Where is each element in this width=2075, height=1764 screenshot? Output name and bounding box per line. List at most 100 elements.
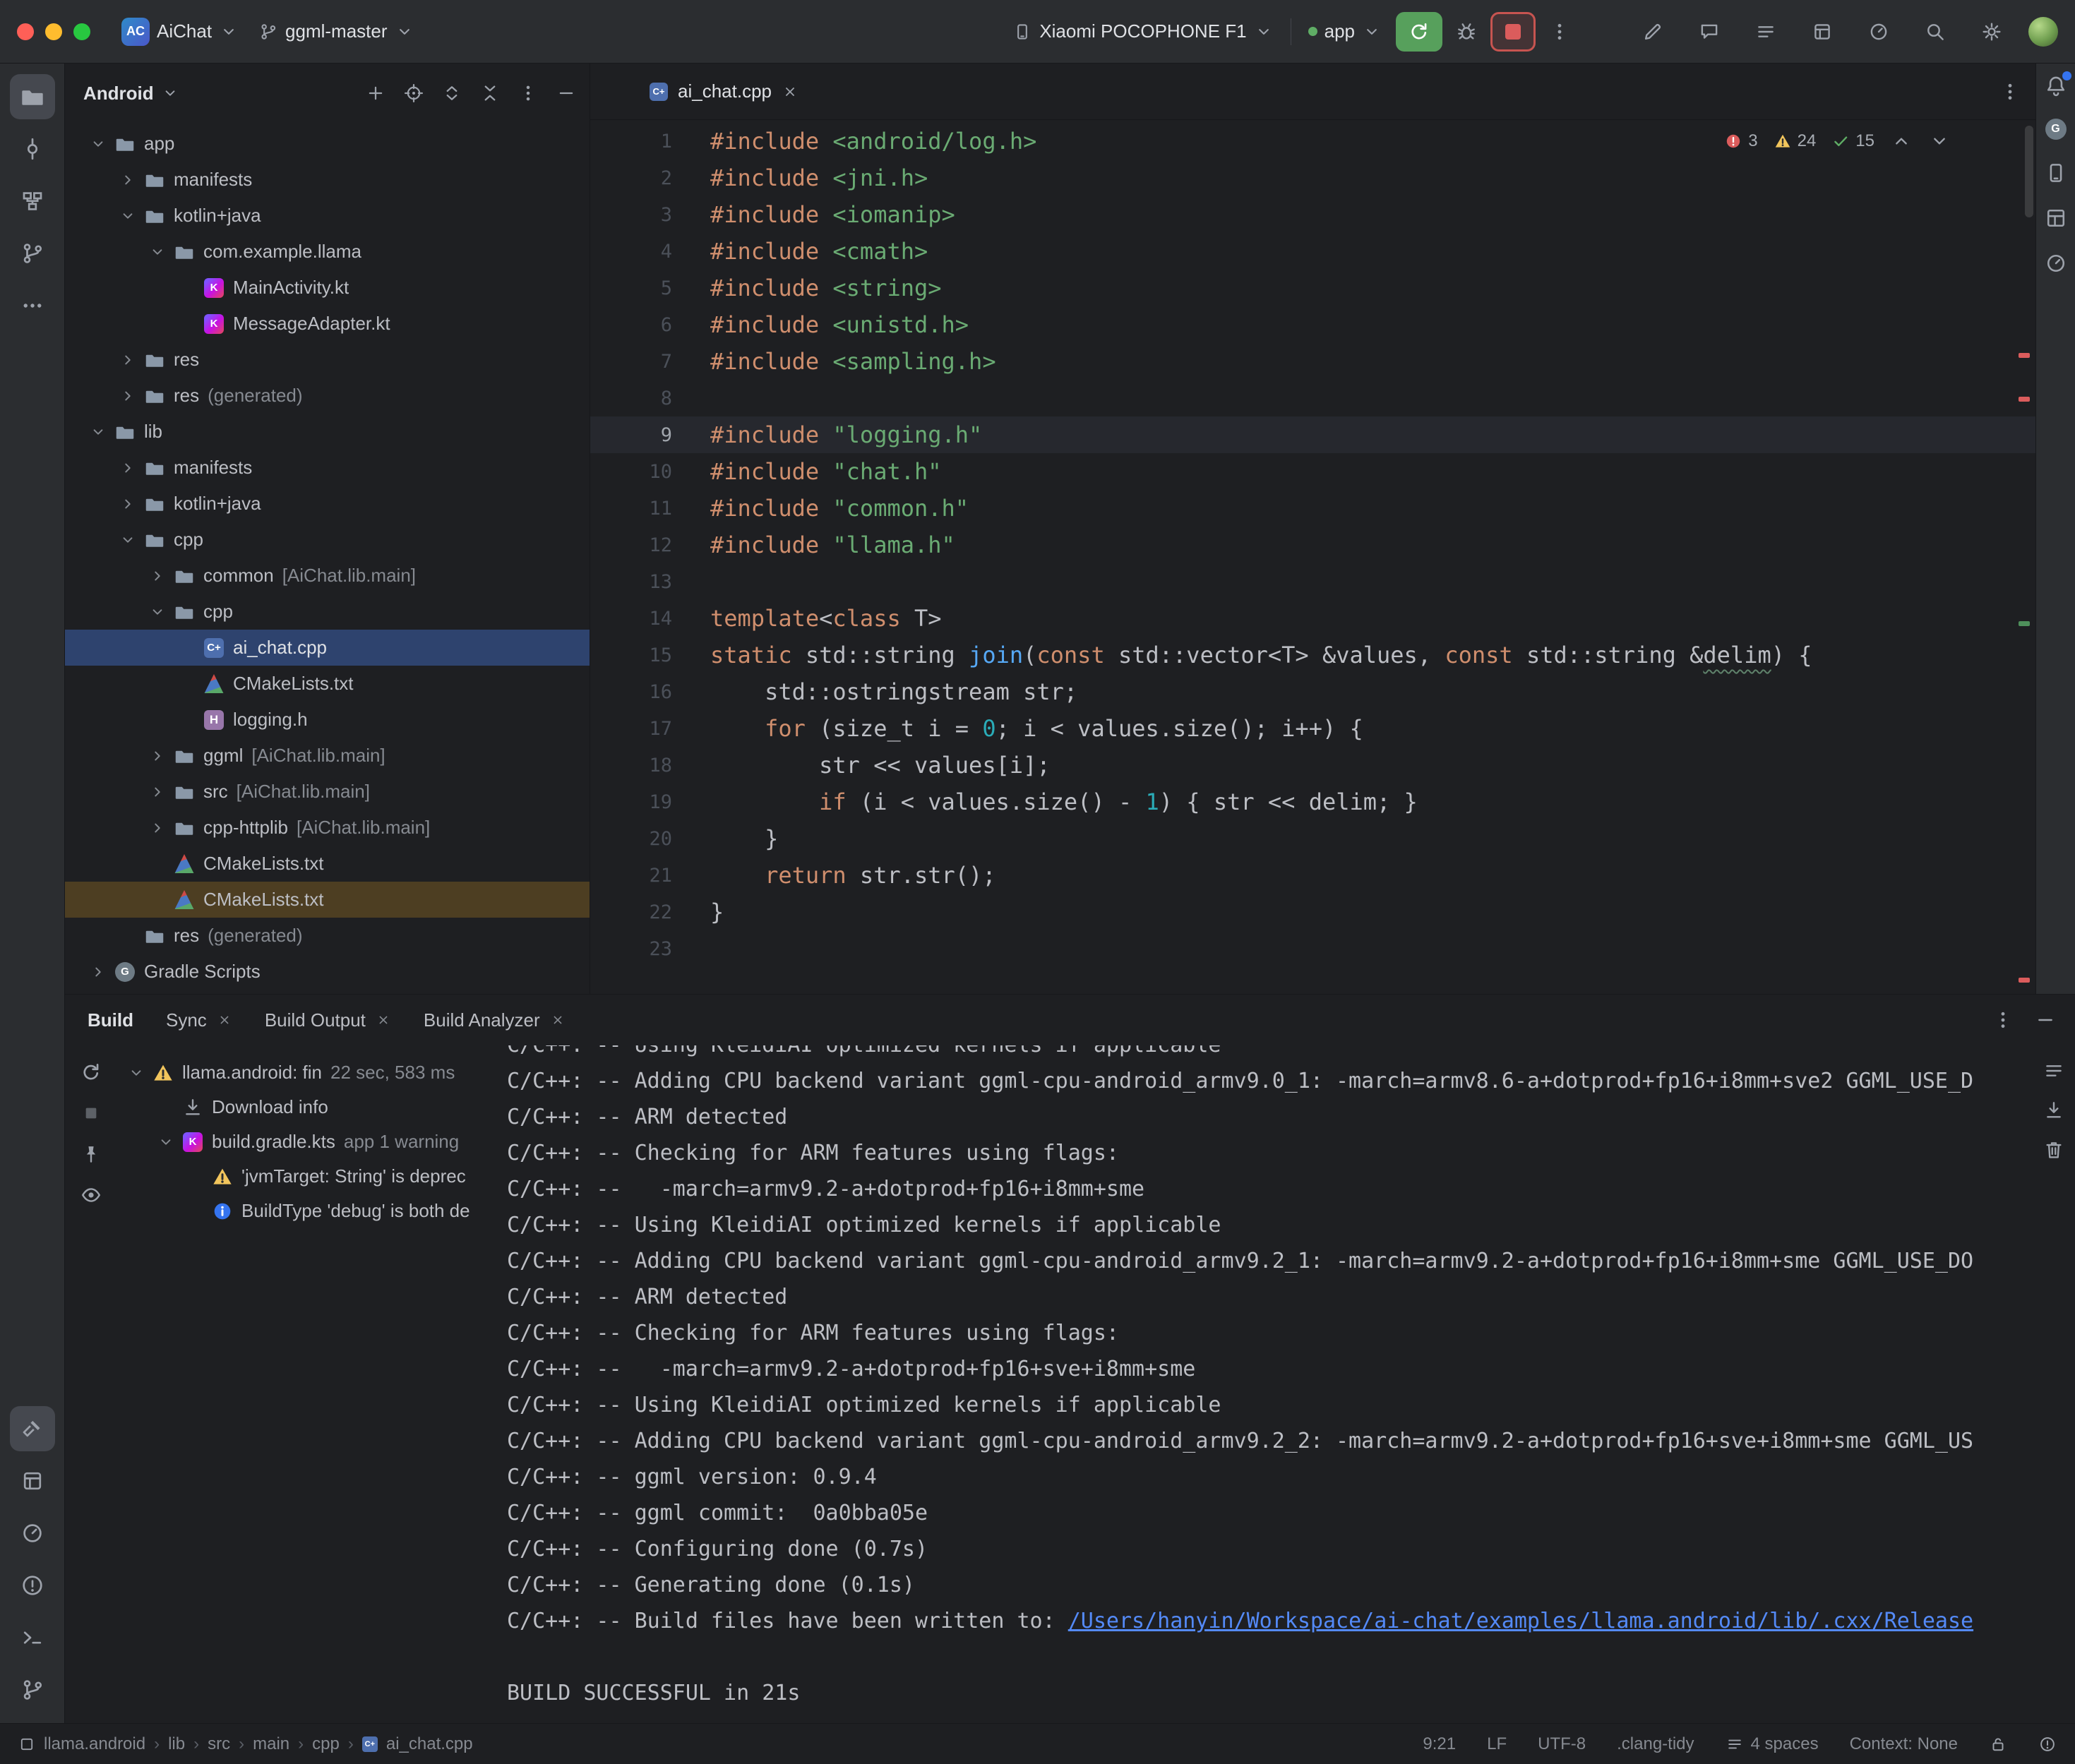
project-view-selector[interactable]: Android [83, 83, 154, 104]
device-selector[interactable]: Xiaomi POCOPHONE F1 [1003, 13, 1283, 49]
code-line[interactable]: 8 [590, 380, 2035, 416]
code-area[interactable]: 1#include <android/log.h>2#include <jni.… [590, 120, 2035, 967]
build-tree-item[interactable]: Kbuild.gradle.ktsapp 1 warning [117, 1124, 494, 1159]
code-line[interactable]: 5#include <string> [590, 270, 2035, 306]
profiler-tool-button[interactable] [10, 1511, 55, 1556]
tree-item-logging-h[interactable]: Hlogging.h [65, 702, 590, 738]
tree-item-com-example-llama[interactable]: com.example.llama [65, 234, 590, 270]
editor-body[interactable]: 1#include <android/log.h>2#include <jni.… [590, 120, 2035, 994]
next-problem-button[interactable] [1928, 130, 1951, 152]
problems-tool-button[interactable] [10, 1563, 55, 1608]
build-tree-item[interactable]: llama.android: fin22 sec, 583 ms [117, 1055, 494, 1090]
console-link[interactable]: /Users/hanyin/Workspace/ai-chat/examples… [1068, 1609, 1973, 1633]
commit-tool-button[interactable] [10, 126, 55, 172]
breadcrumb-item[interactable]: llama.android [44, 1734, 145, 1754]
tree-item-res[interactable]: res(generated) [65, 918, 590, 954]
more-run-actions-button[interactable] [1540, 12, 1579, 52]
code-line[interactable]: 2#include <jni.h> [590, 160, 2035, 196]
previous-problem-button[interactable] [1890, 130, 1913, 152]
running-devices-button[interactable] [2044, 206, 2068, 230]
build-options-button[interactable] [1992, 1009, 2014, 1031]
build-tree-item[interactable]: 'jvmTarget: String' is deprec [117, 1159, 494, 1194]
tree-item-res[interactable]: res(generated) [65, 378, 590, 414]
context-indicator[interactable]: Context: None [1850, 1734, 1958, 1754]
tree-item-app[interactable]: app [65, 126, 590, 162]
project-tool-button[interactable] [10, 74, 55, 119]
chevron-collapsed-icon[interactable] [114, 491, 141, 517]
tree-item-messageadapter-kt[interactable]: KMessageAdapter.kt [65, 306, 590, 342]
tree-item-cpp[interactable]: cpp [65, 594, 590, 630]
code-line[interactable]: 3#include <iomanip> [590, 196, 2035, 233]
code-line[interactable]: 18 str << values[i]; [590, 747, 2035, 784]
tab-build-analyzer[interactable]: Build Analyzer [424, 1009, 566, 1031]
cursor-position[interactable]: 9:21 [1423, 1734, 1456, 1754]
structure-tool-button[interactable] [10, 179, 55, 224]
code-line[interactable]: 17 for (size_t i = 0; i < values.size();… [590, 710, 2035, 747]
line-separator[interactable]: LF [1487, 1734, 1507, 1754]
tree-item-lib[interactable]: lib [65, 414, 590, 450]
code-line[interactable]: 19 if (i < values.size() - 1) { str << d… [590, 784, 2035, 820]
scroll-to-end-button[interactable] [2043, 1099, 2065, 1122]
close-tab-icon[interactable] [217, 1012, 232, 1028]
code-line[interactable]: 4#include <cmath> [590, 233, 2035, 270]
lock-icon[interactable] [1989, 1735, 2007, 1753]
search-everywhere-button[interactable] [1915, 12, 1955, 52]
breadcrumb-item[interactable]: src [208, 1734, 230, 1754]
code-line[interactable]: 9#include "logging.h" [590, 416, 2035, 453]
ai-assistant-button[interactable] [1633, 12, 1673, 52]
build-tree-item[interactable]: Download info [117, 1090, 494, 1124]
debug-button[interactable] [1447, 12, 1486, 52]
code-line[interactable]: 10#include "chat.h" [590, 453, 2035, 490]
chevron-collapsed-icon[interactable] [144, 779, 171, 805]
tree-item-cmakelists-txt[interactable]: CMakeLists.txt [65, 882, 590, 918]
clang-tidy-status[interactable]: .clang-tidy [1617, 1734, 1694, 1754]
error-stripe-mark[interactable] [2019, 978, 2030, 983]
tree-item-cpp[interactable]: cpp [65, 522, 590, 558]
close-window-button[interactable] [17, 23, 34, 40]
logcat-tool-button[interactable] [10, 1458, 55, 1504]
chevron-expanded-icon[interactable] [144, 239, 171, 265]
code-line[interactable]: 12#include "llama.h" [590, 527, 2035, 563]
warning-count[interactable]: 24 [1774, 131, 1817, 151]
tree-item-ggml[interactable]: ggml[AiChat.lib.main] [65, 738, 590, 774]
terminal-tool-button[interactable] [10, 1615, 55, 1660]
tab-ai-chat-cpp[interactable]: C+ ai_chat.cpp [635, 64, 813, 120]
project-widget[interactable]: AC AiChat [112, 11, 249, 53]
tree-item-cmakelists-txt[interactable]: CMakeLists.txt [65, 666, 590, 702]
rerun-app-button[interactable] [1396, 12, 1442, 52]
tree-item-cpp-httplib[interactable]: cpp-httplib[AiChat.lib.main] [65, 810, 590, 846]
error-stripe-mark[interactable] [2019, 353, 2030, 358]
tree-item-kotlin-java[interactable]: kotlin+java [65, 486, 590, 522]
locate-file-button[interactable] [403, 83, 424, 104]
gradle-tool-button[interactable]: G [2045, 119, 2067, 140]
todo-list-button[interactable] [1746, 12, 1786, 52]
project-tree[interactable]: appmanifestskotlin+javacom.example.llama… [65, 123, 590, 994]
tree-item-res[interactable]: res [65, 342, 590, 378]
zoom-window-button[interactable] [73, 23, 90, 40]
code-line[interactable]: 6#include <unistd.h> [590, 306, 2035, 343]
plugins-button[interactable] [1802, 12, 1842, 52]
stop-build-button[interactable] [80, 1102, 102, 1124]
run-config-selector[interactable]: app [1298, 13, 1392, 49]
error-stripe-mark[interactable] [2019, 397, 2030, 402]
vcs-widget[interactable]: ggml-master [249, 13, 424, 49]
app-insights-button[interactable] [2044, 251, 2068, 275]
editor-scrollbar[interactable] [2025, 126, 2033, 217]
tree-item-src[interactable]: src[AiChat.lib.main] [65, 774, 590, 810]
pin-tab-button[interactable] [80, 1143, 102, 1165]
code-line[interactable]: 20 } [590, 820, 2035, 857]
error-count[interactable]: 3 [1724, 131, 1757, 151]
tree-item-mainactivity-kt[interactable]: KMainActivity.kt [65, 270, 590, 306]
tree-item-kotlin-java[interactable]: kotlin+java [65, 198, 590, 234]
indent-setting[interactable]: 4 spaces [1726, 1734, 1819, 1754]
project-options-button[interactable] [518, 83, 539, 104]
build-console[interactable]: C/C++: -- Using KleidiAI optimized kerne… [494, 1045, 2075, 1723]
chevron-expanded-icon[interactable] [85, 131, 112, 157]
tree-item-gradle-scripts[interactable]: GGradle Scripts [65, 954, 590, 990]
chevron-collapsed-icon[interactable] [144, 563, 171, 589]
chevron-expanded-icon[interactable] [123, 1060, 150, 1086]
minimize-window-button[interactable] [45, 23, 62, 40]
inspection-status-icon[interactable] [2038, 1735, 2057, 1753]
chevron-expanded-icon[interactable] [144, 599, 171, 625]
notifications-button[interactable] [2044, 73, 2068, 97]
